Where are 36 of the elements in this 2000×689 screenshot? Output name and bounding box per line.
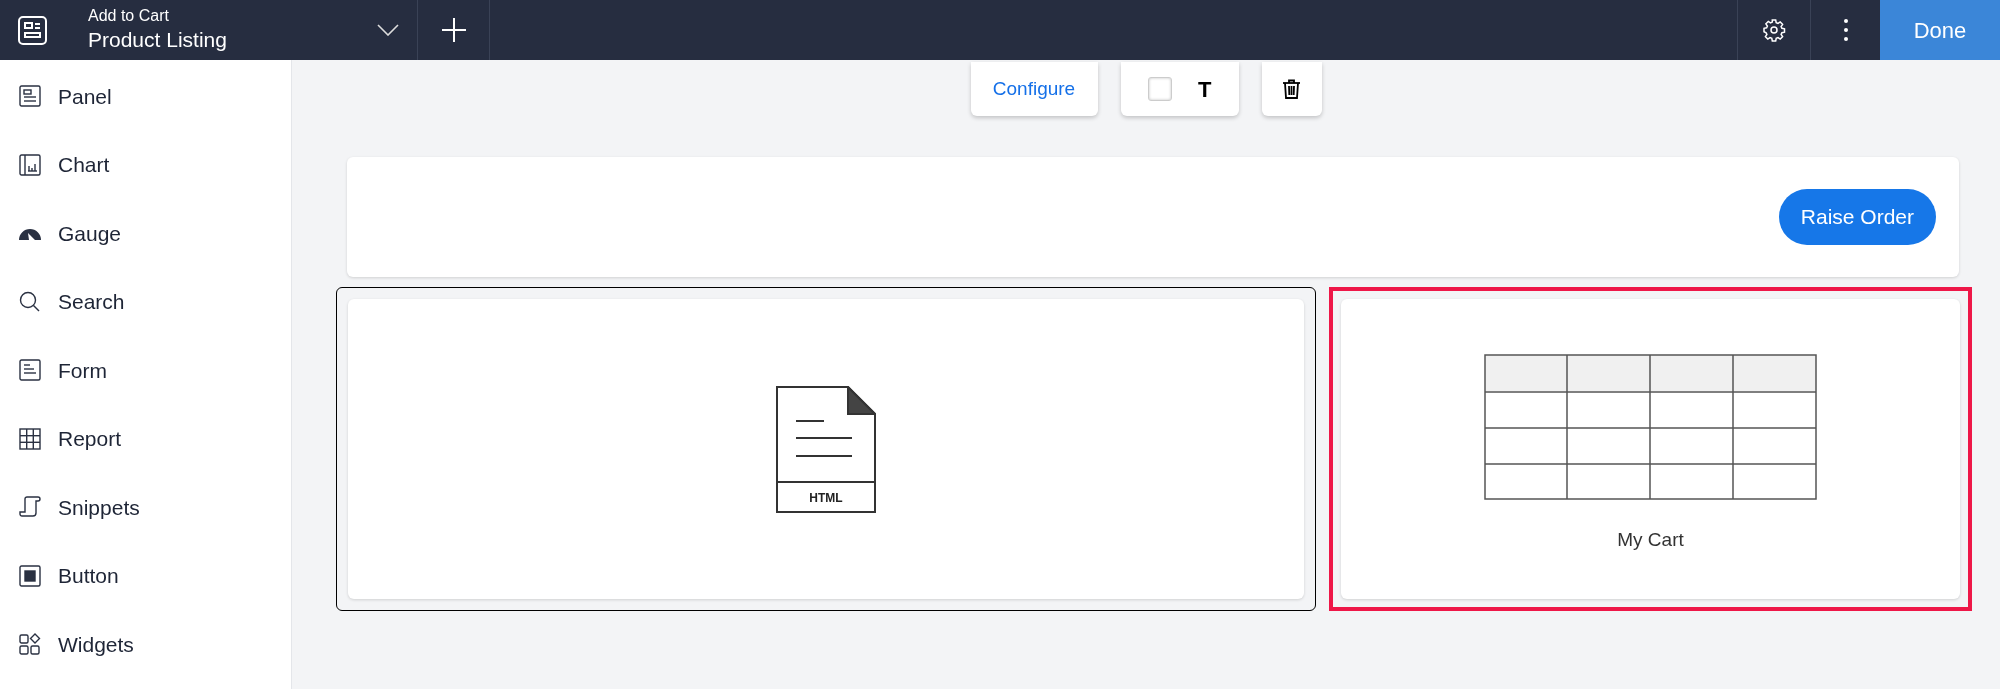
sidebar-item[interactable]: Chart — [0, 130, 291, 199]
widgets-icon — [19, 633, 41, 656]
sidebar-item[interactable]: Button — [0, 541, 291, 610]
chevron-down-icon[interactable] — [377, 24, 399, 36]
sidebar-item[interactable]: Report — [0, 404, 291, 473]
raise-order-button[interactable]: Raise Order — [1778, 189, 1936, 245]
sidebar-item[interactable]: Gauge — [0, 199, 291, 268]
more-icon[interactable] — [1842, 18, 1849, 42]
configure-button[interactable]: Configure — [970, 62, 1098, 116]
file-type-label: HTML — [809, 489, 843, 507]
trash-icon — [1283, 79, 1300, 99]
widget-frame[interactable]: HTML — [336, 287, 1316, 611]
checkbox[interactable] — [1147, 77, 1172, 101]
table-caption: My Cart — [1617, 527, 1684, 552]
button-icon — [19, 564, 41, 587]
plus-icon[interactable] — [441, 18, 466, 42]
grid-icon — [19, 427, 41, 450]
page-title: Product Listing — [88, 27, 227, 53]
html-file-icon — [776, 385, 876, 513]
sidebar-item[interactable]: Snippets — [0, 473, 291, 542]
widget-frame[interactable]: My Cart — [1329, 287, 1972, 611]
sidebar-item[interactable]: Search — [0, 267, 291, 336]
app-subtitle: Add to Cart — [88, 6, 170, 26]
search-icon — [19, 290, 41, 313]
sidebar-item[interactable]: Panel — [0, 62, 291, 131]
settings-icon[interactable] — [1762, 18, 1786, 42]
panel-icon — [19, 85, 41, 108]
sidebar-item[interactable]: Widgets — [0, 610, 291, 679]
chart-icon — [19, 153, 41, 176]
delete-button[interactable] — [1261, 62, 1322, 116]
sidebar-item[interactable]: Form — [0, 336, 291, 405]
done-button[interactable]: Done — [1880, 0, 2000, 60]
scroll-icon — [19, 496, 41, 519]
layout-icon[interactable] — [17, 15, 47, 45]
text-tool-button[interactable]: T — [1197, 72, 1212, 106]
form-icon — [19, 359, 41, 382]
